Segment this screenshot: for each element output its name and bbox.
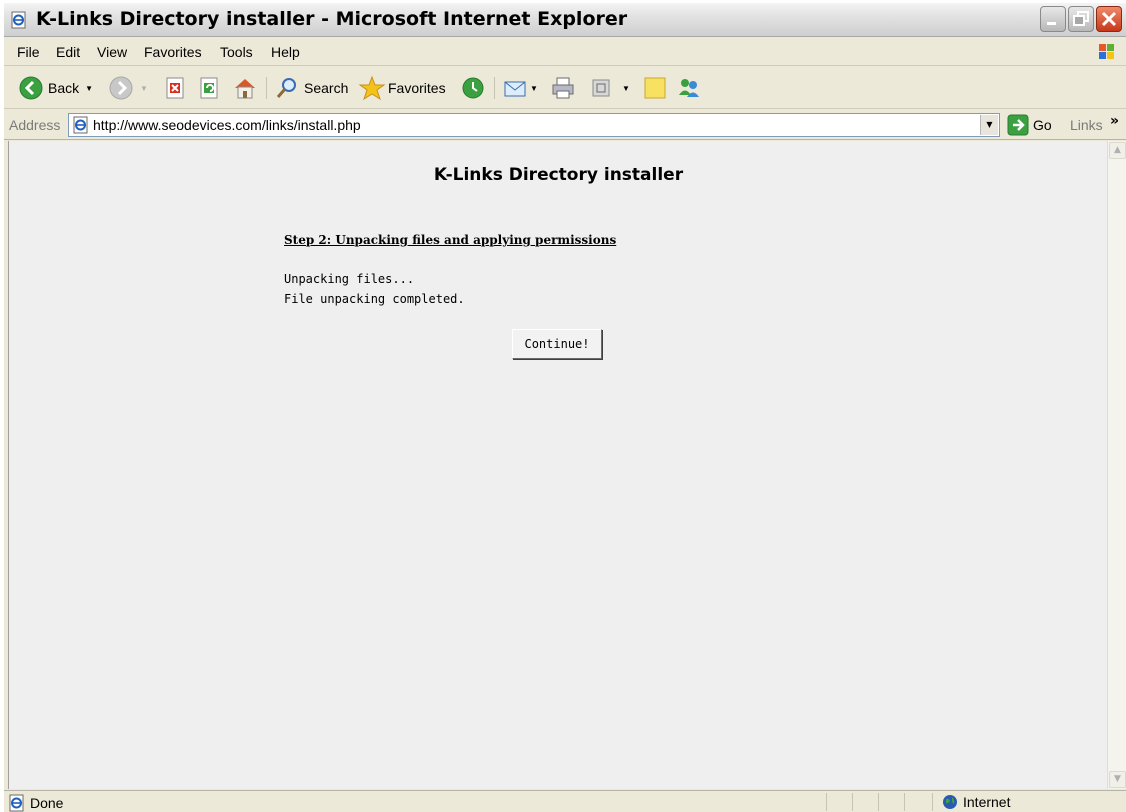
edit-button[interactable]: ▼ [590,75,630,101]
status-divider [904,793,905,811]
status-divider [826,793,827,811]
forward-arrow-icon [109,76,133,100]
edit-dropdown-icon[interactable]: ▼ [622,84,630,93]
menu-file[interactable]: File [17,44,40,60]
toolbar-separator [494,77,495,99]
close-window-button[interactable] [1096,6,1122,32]
refresh-button[interactable] [198,75,222,101]
refresh-icon [200,77,218,99]
mail-icon [504,81,526,97]
ie-page-icon [9,794,24,812]
title-bar[interactable]: K-Links Directory installer - Microsoft … [4,3,1126,37]
security-zone[interactable]: Internet [942,794,1010,810]
favorites-star-icon [358,75,386,101]
scroll-down-icon[interactable]: ▼ [1109,771,1126,788]
search-label: Search [304,80,349,96]
address-bar: Address http://www.seodevices.com/links/… [4,110,1126,140]
restore-icon [1073,11,1089,26]
mail-button[interactable]: ▼ [502,75,538,101]
page-title: K-Links Directory installer [433,165,684,185]
history-button[interactable] [460,75,486,101]
mail-dropdown-icon[interactable]: ▼ [530,84,538,93]
address-label: Address [9,117,61,133]
ie-page-icon [73,116,88,134]
search-icon [276,78,296,98]
forward-button[interactable]: ▼ [108,75,148,101]
home-icon [235,79,255,99]
chevron-right-icon[interactable]: » [1110,113,1119,129]
globe-icon [943,795,957,809]
discuss-button[interactable] [642,75,668,101]
menu-edit[interactable]: Edit [56,44,80,60]
minimize-button[interactable] [1040,6,1066,32]
zone-label: Internet [963,794,1011,810]
stop-icon [166,77,184,99]
scroll-up-icon[interactable]: ▲ [1109,142,1126,159]
close-icon [1101,11,1117,27]
messenger-icon [679,79,699,97]
favorites-label: Favorites [388,80,446,96]
restore-button[interactable] [1068,6,1094,32]
go-arrow-icon [1007,114,1029,136]
status-bar: Done Internet [4,790,1126,812]
status-text: Done [30,795,64,811]
discuss-note-icon [644,77,666,99]
stop-button[interactable] [164,75,188,101]
back-button[interactable]: Back ▼ [18,75,93,101]
ie-page-icon [11,11,26,29]
continue-button[interactable]: Continue! [512,329,602,359]
browser-window: K-Links Directory installer - Microsoft … [4,3,1126,812]
menu-view[interactable]: View [97,44,127,60]
menu-help[interactable]: Help [271,44,300,60]
status-line-unpacking: Unpacking files... [284,272,415,286]
page-content: K-Links Directory installer Step 2: Unpa… [8,141,1107,789]
status-divider [852,793,853,811]
links-label[interactable]: Links [1070,117,1103,133]
back-arrow-icon [19,76,43,100]
address-field[interactable]: http://www.seodevices.com/links/install.… [68,113,1000,137]
step-title: Step 2: Unpacking files and applying per… [284,233,617,247]
menu-bar: File Edit View Favorites Tools Help [4,38,1126,66]
menu-favorites[interactable]: Favorites [144,44,202,60]
minimize-icon [1047,22,1056,25]
edit-page-icon [592,79,610,97]
print-button[interactable] [550,75,576,101]
status-line-completed: File unpacking completed. [284,292,465,306]
status-done: Done [8,794,63,812]
windows-logo-icon [1099,44,1114,59]
search-button[interactable]: Search [274,75,348,101]
back-dropdown-icon[interactable]: ▼ [85,84,93,93]
home-button[interactable] [232,75,258,101]
forward-dropdown-icon[interactable]: ▼ [140,84,148,93]
go-button[interactable]: Go [1007,113,1052,137]
history-icon [462,77,484,99]
window-title: K-Links Directory installer - Microsoft … [36,8,628,30]
status-divider [932,793,933,811]
back-label: Back [48,80,80,96]
toolbar-separator [266,77,267,99]
status-divider [878,793,879,811]
vertical-scrollbar[interactable]: ▲ ▼ [1107,141,1126,789]
standard-toolbar: Back ▼ ▼ Search Favorites ▼ ▼ [4,67,1126,109]
messenger-button[interactable] [676,75,702,101]
menu-tools[interactable]: Tools [220,44,253,60]
go-label: Go [1033,117,1052,133]
address-dropdown-icon[interactable]: ▼ [980,115,998,135]
address-url: http://www.seodevices.com/links/install.… [93,117,361,133]
favorites-button[interactable]: Favorites [358,75,446,101]
printer-icon [552,77,574,99]
